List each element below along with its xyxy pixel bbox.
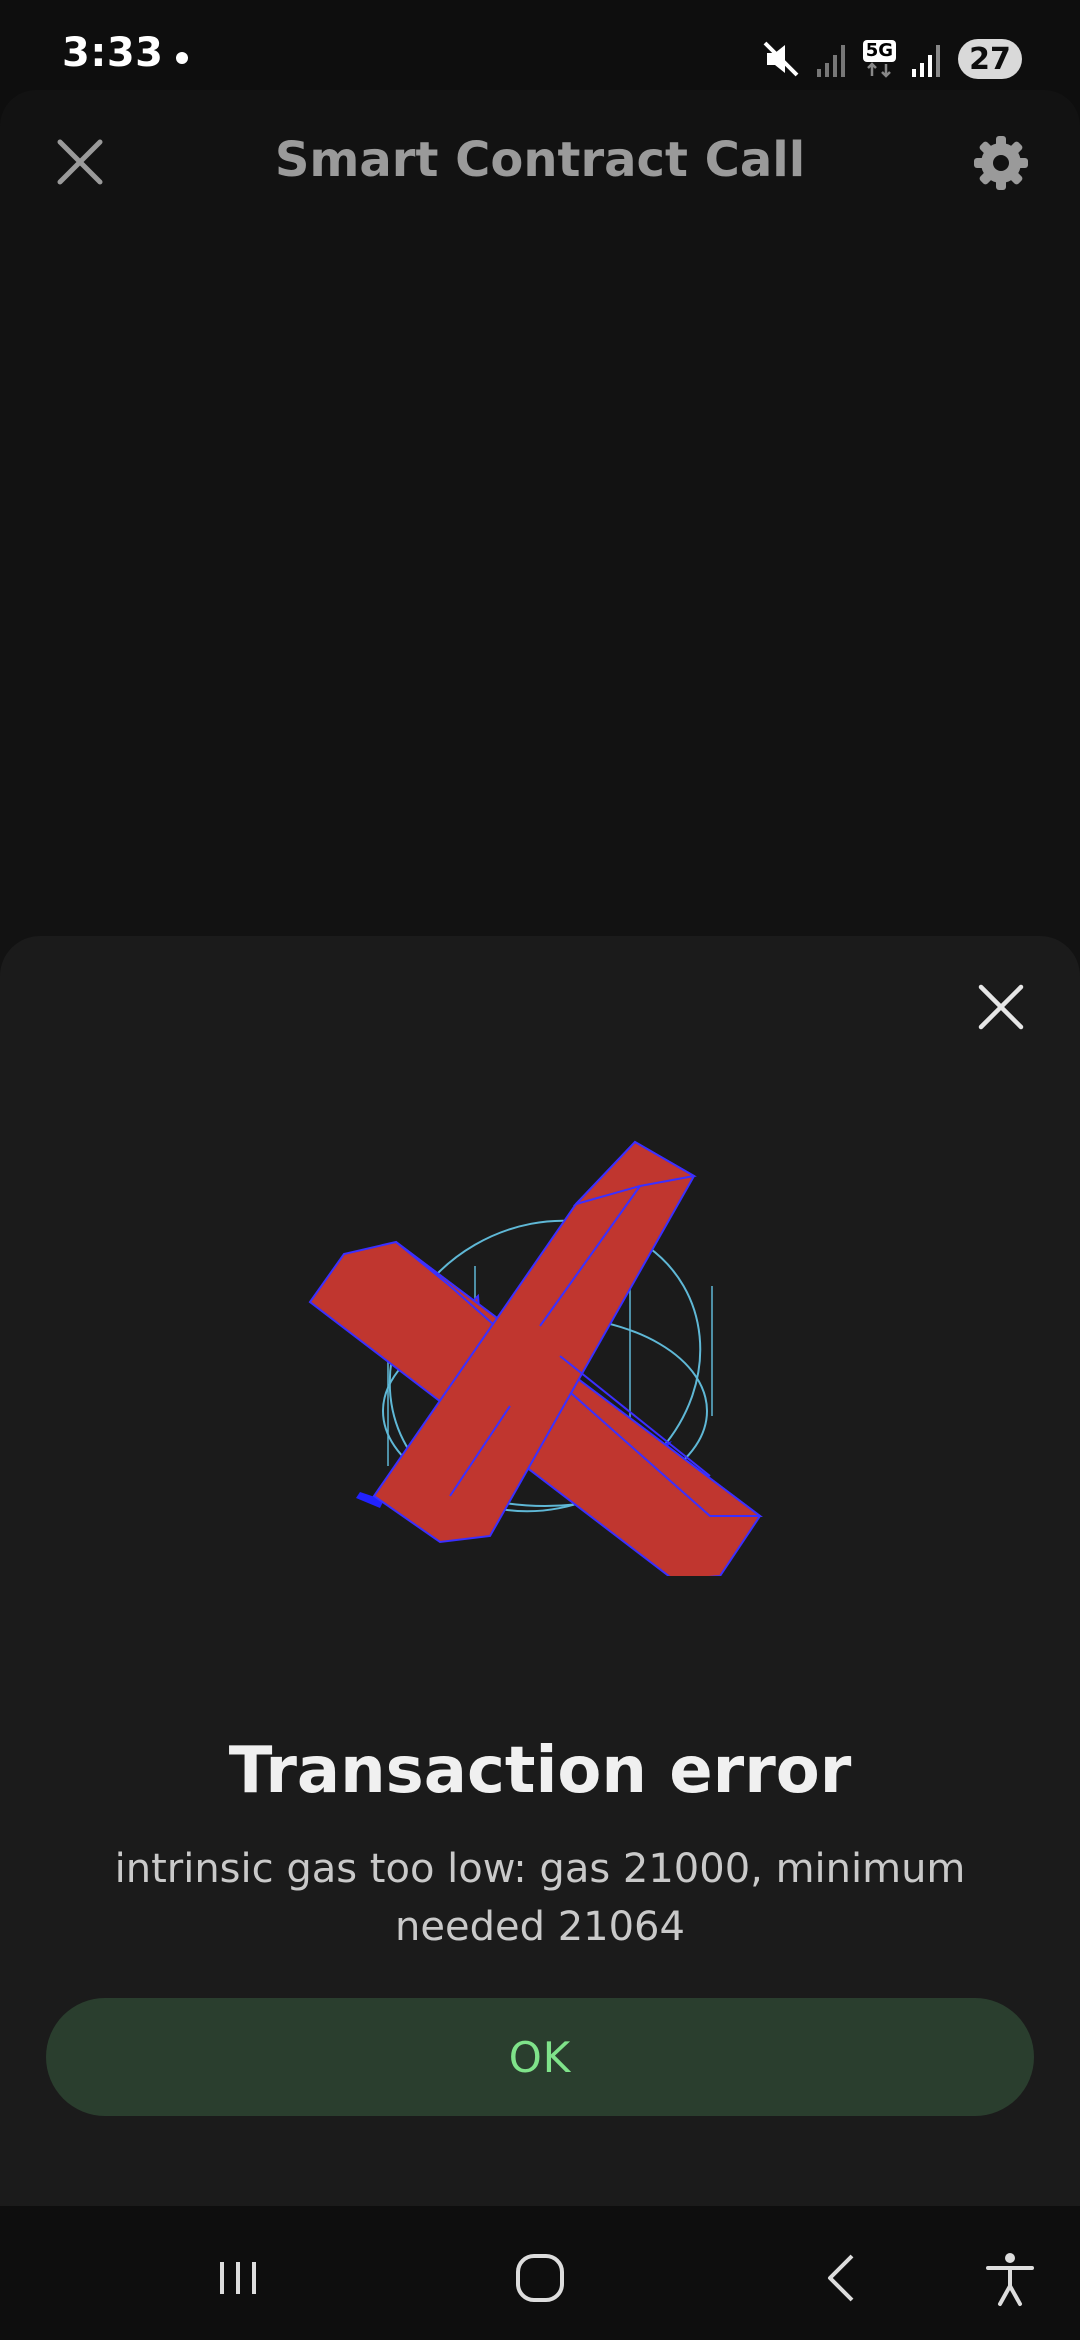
status-icons: 5G 27 xyxy=(761,36,1022,82)
navigation-bar xyxy=(0,2206,1080,2340)
accessibility-icon[interactable] xyxy=(980,2248,1040,2308)
back-icon[interactable] xyxy=(812,2248,872,2308)
page-title: Smart Contract Call xyxy=(274,132,806,188)
home-icon[interactable] xyxy=(510,2248,570,2308)
error-x-icon xyxy=(308,1140,763,1576)
close-icon[interactable] xyxy=(972,978,1030,1036)
status-bar: 3:33 5G 27 xyxy=(0,0,1080,90)
network-5g-icon: 5G xyxy=(862,40,896,78)
gear-icon[interactable] xyxy=(972,134,1030,192)
error-title: Transaction error xyxy=(228,1734,852,1808)
recents-icon[interactable] xyxy=(208,2248,268,2308)
page-header: Smart Contract Call xyxy=(0,90,1080,230)
notification-dot-icon xyxy=(176,52,188,64)
network-label: 5G xyxy=(862,40,896,62)
signal-strength-icon xyxy=(912,45,940,77)
battery-level: 27 xyxy=(958,39,1022,79)
status-time: 3:33 xyxy=(62,30,164,76)
error-message: intrinsic gas too low: gas 21000, minimu… xyxy=(114,1846,966,1950)
transaction-error-sheet: Transaction error intrinsic gas too low:… xyxy=(0,936,1080,2206)
mute-icon xyxy=(763,41,799,77)
ok-button[interactable]: OK xyxy=(46,1998,1034,2116)
signal-icon xyxy=(816,45,845,77)
